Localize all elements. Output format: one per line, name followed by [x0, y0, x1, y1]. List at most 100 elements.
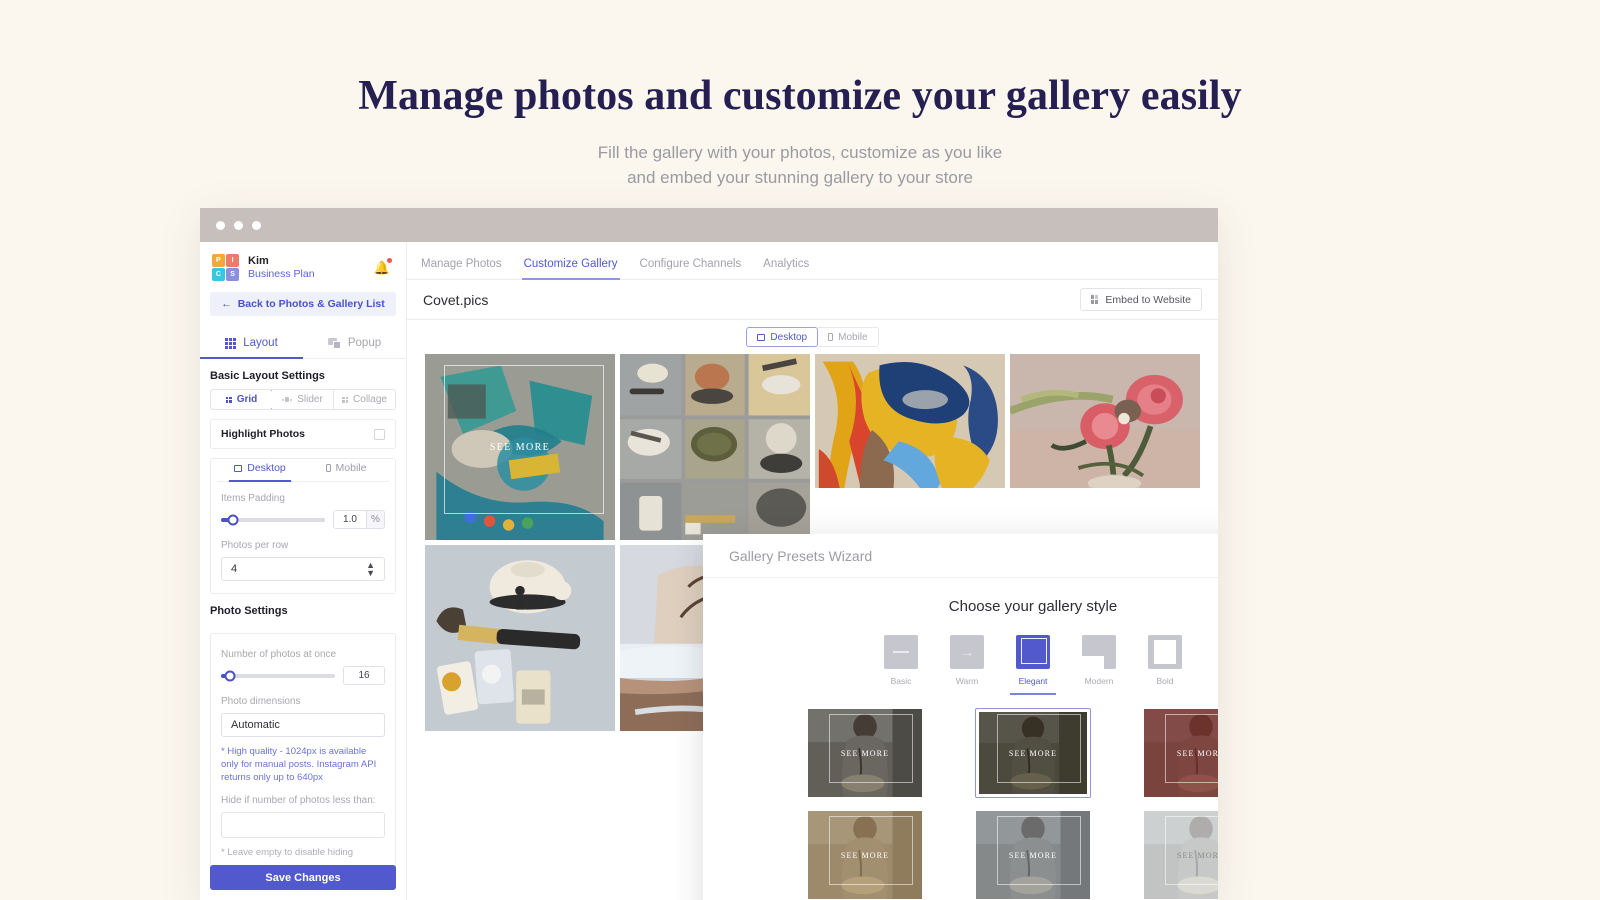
user-info: Kim Business Plan [248, 255, 315, 281]
style-option-bold[interactable]: Bold [1148, 635, 1182, 686]
number-of-photos-label: Number of photos at once [221, 649, 337, 660]
sidebar-tab-layout[interactable]: Layout [200, 328, 303, 359]
arrow-right-icon: → [950, 635, 984, 669]
preview-desktop-option[interactable]: Desktop [746, 327, 819, 347]
elegant-frame-icon [1016, 635, 1050, 669]
tile-see-more-label: SEE MORE [489, 441, 551, 453]
logo-letter-c: C [212, 268, 225, 281]
page-title: Manage photos and customize your gallery… [358, 73, 1242, 119]
layout-mode-grid[interactable]: Grid [211, 390, 273, 409]
preset-dark-neutral[interactable]: SEE MORE [807, 708, 923, 798]
photo-dimensions-value: Automatic [231, 719, 280, 731]
back-to-photos-button[interactable]: ← Back to Photos & Gallery List [210, 292, 396, 316]
window-maximize-dot[interactable] [252, 220, 261, 230]
number-of-photos-number-box: 16 [343, 666, 385, 685]
user-plan[interactable]: Business Plan [248, 268, 315, 281]
gallery-name: Covet.pics [423, 291, 489, 308]
photo-settings-card: Number of photos at once 16 Photo dimens… [210, 633, 396, 871]
highlight-photos-checkbox[interactable] [374, 428, 385, 440]
device-tab-mobile[interactable]: Mobile [303, 462, 389, 481]
save-changes-button[interactable]: Save Changes [210, 865, 396, 890]
preset-thumbnail-grid: SEE MORE SEE MORE SEE MOR SEE MORE SEE M… [729, 708, 1218, 900]
sidebar-tab-layout-label: Layout [243, 337, 278, 349]
phone-icon [828, 333, 834, 341]
back-button-label: Back to Photos & Gallery List [237, 298, 385, 310]
photo-dimensions-hint: * High quality - 1024px is available onl… [221, 746, 377, 783]
embed-to-website-button[interactable]: Embed to Website [1079, 288, 1202, 311]
layout-mode-collage-label: Collage [353, 394, 387, 405]
style-option-warm[interactable]: → Warm [950, 635, 984, 686]
still-life-grid-collage [620, 354, 810, 540]
window-close-dot[interactable] [216, 220, 225, 230]
device-tab-mobile-label: Mobile [335, 462, 367, 474]
photos-per-row-value: 4 [231, 563, 238, 575]
tab-analytics[interactable]: Analytics [763, 258, 809, 279]
phone-icon [325, 464, 331, 472]
window-minimize-dot[interactable] [234, 220, 243, 230]
preset-see-more-label: SEE MORE [1008, 850, 1058, 860]
layout-mode-segmented-control: Grid Slider Collage [210, 389, 396, 410]
items-padding-row: 1.0 % [221, 510, 385, 529]
monitor-icon [757, 333, 766, 341]
grid-icon [225, 396, 232, 403]
number-of-photos-row: 16 [221, 666, 385, 685]
modal-header: Gallery Presets Wizard ✕ [703, 534, 1218, 578]
device-tab-desktop[interactable]: Desktop [217, 462, 303, 482]
style-option-basic-label: Basic [890, 676, 912, 686]
tab-manage-photos[interactable]: Manage Photos [421, 258, 502, 279]
items-padding-value[interactable]: 1.0 [334, 511, 366, 528]
abstract-yellow-blue-painting [815, 354, 1005, 488]
browser-title-bar [200, 208, 1218, 242]
gallery-tile-abstract-yellow-blue-painting[interactable] [815, 354, 1005, 488]
style-option-modern[interactable]: Modern [1082, 635, 1116, 686]
hero-subtitle: Fill the gallery with your photos, custo… [0, 140, 1600, 190]
browser-window: P I C S Kim Business Plan 🔔 ← Back to Ph… [200, 208, 1218, 900]
preview-mobile-label: Mobile [838, 331, 868, 343]
layout-mode-grid-label: Grid [236, 394, 258, 405]
preset-sepia[interactable]: SEE MORE [807, 810, 923, 900]
hero-subtitle-line-2: and embed your stunning gallery to your … [627, 168, 973, 187]
hero-subtitle-line-1: Fill the gallery with your photos, custo… [597, 143, 1003, 162]
sidebar-tab-popup[interactable]: Popup [303, 328, 406, 358]
hammer-bowl-tarot-cards [425, 545, 615, 731]
notifications-button[interactable]: 🔔 [374, 257, 394, 277]
stepper-icon: ▲ ▼ [366, 560, 375, 578]
hide-if-less-than-input[interactable] [221, 812, 385, 838]
photo-dimensions-select[interactable]: Automatic [221, 713, 385, 737]
gallery-presets-wizard-modal: Gallery Presets Wizard ✕ Choose your gal… [703, 534, 1218, 900]
layout-mode-slider[interactable]: Slider [272, 390, 334, 409]
sidebar: P I C S Kim Business Plan 🔔 ← Back to Ph… [200, 242, 407, 900]
gallery-tile-still-life-grid-collage[interactable] [620, 354, 810, 540]
layout-mode-slider-label: Slider [297, 394, 323, 405]
number-of-photos-slider[interactable] [221, 670, 335, 681]
gallery-tile-pink-roses-pastel[interactable] [1010, 354, 1200, 488]
number-of-photos-value[interactable]: 16 [344, 667, 384, 684]
style-option-elegant-label: Elegant [1018, 676, 1048, 686]
pink-roses-pastel [1010, 354, 1200, 488]
tab-configure-channels[interactable]: Configure Channels [640, 258, 742, 279]
preset-see-more-label: SEE MORE [1176, 850, 1218, 860]
gallery-tile-hammer-bowl-tarot-cards[interactable] [425, 545, 615, 731]
number-of-photos-slider-knob[interactable] [224, 670, 236, 681]
main-panel: Manage Photos Customize Gallery Configur… [407, 242, 1218, 900]
gallery-tile-teal-telephone-painting[interactable]: SEE MORE [425, 354, 615, 540]
tab-customize-gallery[interactable]: Customize Gallery [521, 258, 620, 280]
preview-mobile-option[interactable]: Mobile [818, 327, 879, 347]
preset-light-airy[interactable]: SEE MORE [1143, 810, 1218, 900]
notification-badge-dot [387, 257, 392, 263]
photos-per-row-select[interactable]: 4 ▲ ▼ [221, 557, 385, 581]
items-padding-slider[interactable] [221, 514, 325, 525]
user-name: Kim [248, 254, 269, 267]
modal-body: Choose your gallery style Basic → Warm E… [703, 578, 1218, 900]
items-padding-slider-knob[interactable] [227, 514, 239, 525]
highlight-photos-row: Highlight Photos [221, 428, 385, 440]
style-option-elegant[interactable]: Elegant [1010, 635, 1056, 695]
style-option-basic[interactable]: Basic [884, 635, 918, 686]
embed-to-website-label: Embed to Website [1105, 293, 1191, 306]
preset-maroon[interactable]: SEE MORE [1143, 708, 1218, 798]
monitor-icon [234, 464, 243, 472]
layout-mode-collage[interactable]: Collage [334, 390, 395, 409]
preset-cool-gray[interactable]: SEE MORE [975, 810, 1091, 900]
hide-if-less-than-hint: * Leave empty to disable hiding [221, 847, 354, 858]
preset-dark-olive[interactable]: SEE MORE [975, 708, 1091, 798]
